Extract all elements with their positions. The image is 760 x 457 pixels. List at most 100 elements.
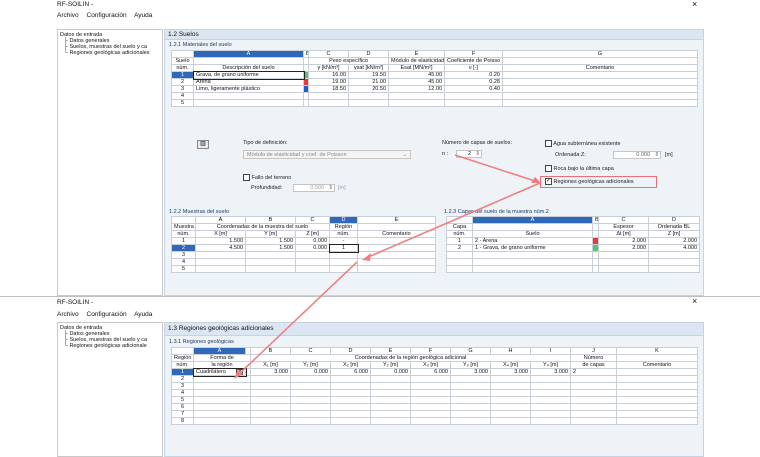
col-letter[interactable]: I: [530, 347, 571, 355]
cell[interactable]: [616, 403, 698, 411]
cell[interactable]: [490, 410, 531, 418]
table-row[interactable]: 8: [171, 417, 698, 425]
cell[interactable]: [570, 403, 617, 411]
cell[interactable]: [245, 265, 296, 273]
cell[interactable]: [330, 396, 371, 404]
row-number[interactable]: 1: [446, 237, 473, 245]
cell[interactable]: [490, 382, 531, 390]
cell[interactable]: [250, 389, 291, 397]
row-number[interactable]: [446, 265, 473, 273]
cell[interactable]: 3.000: [530, 368, 571, 376]
row-number[interactable]: 5: [171, 396, 194, 404]
cell[interactable]: [193, 99, 304, 107]
cell-soil[interactable]: 1 - Grava, de grano uniforme: [472, 244, 593, 252]
cell[interactable]: [193, 417, 251, 425]
table-row[interactable]: 5: [171, 99, 698, 107]
menu-configuracion[interactable]: Configuración: [87, 311, 127, 318]
row-number[interactable]: 8: [171, 417, 194, 425]
col-letter[interactable]: H: [490, 347, 531, 355]
table-row[interactable]: 4: [171, 92, 698, 100]
cell-soil-desc[interactable]: Arena: [193, 78, 304, 86]
cell[interactable]: [410, 417, 451, 425]
menu-archivo[interactable]: Archivo: [57, 12, 79, 19]
cell[interactable]: [193, 375, 251, 383]
cell[interactable]: [450, 396, 491, 404]
cell[interactable]: [290, 403, 331, 411]
cell[interactable]: [195, 265, 246, 273]
col-letter[interactable]: F: [410, 347, 451, 355]
spinner-icon[interactable]: ⇕: [654, 152, 659, 159]
cell[interactable]: [330, 403, 371, 411]
col-letter[interactable]: F: [444, 50, 503, 58]
cell[interactable]: [195, 258, 246, 266]
cell[interactable]: [444, 99, 503, 107]
table-row[interactable]: 7: [171, 410, 698, 418]
cell[interactable]: 2.000: [598, 237, 649, 245]
table-row[interactable]: 3: [171, 382, 698, 390]
row-number[interactable]: 2: [171, 244, 196, 252]
col-letter[interactable]: B: [250, 347, 291, 355]
cell[interactable]: [410, 375, 451, 383]
cell[interactable]: [410, 403, 451, 411]
cell[interactable]: 2.000: [598, 244, 649, 252]
cell[interactable]: [290, 417, 331, 425]
cell[interactable]: [502, 85, 698, 93]
col-letter[interactable]: D: [648, 216, 700, 224]
cell[interactable]: 0.28: [444, 78, 503, 86]
cell[interactable]: [490, 403, 531, 411]
row-number[interactable]: 2: [171, 375, 194, 383]
cell[interactable]: [357, 237, 436, 245]
col-letter[interactable]: A: [193, 347, 246, 355]
cell[interactable]: 1.500: [195, 237, 246, 245]
cell[interactable]: [193, 389, 251, 397]
cell[interactable]: [388, 92, 445, 100]
row-number[interactable]: [446, 251, 473, 259]
cell[interactable]: [329, 251, 358, 259]
cell[interactable]: [348, 92, 389, 100]
cell[interactable]: [570, 396, 617, 404]
menu-ayuda[interactable]: Ayuda: [134, 311, 152, 318]
cell[interactable]: [193, 92, 304, 100]
cell[interactable]: [616, 396, 698, 404]
cell[interactable]: [290, 410, 331, 418]
soil-library-icon[interactable]: ▥: [197, 140, 209, 149]
row-number[interactable]: 4: [171, 258, 196, 266]
tipo-definicion-select[interactable]: Módulo de elasticidad y coef. de Poisson…: [243, 150, 411, 159]
cell[interactable]: 16.00: [308, 71, 349, 79]
col-letter[interactable]: G: [450, 347, 491, 355]
col-letter[interactable]: C: [598, 216, 649, 224]
cell[interactable]: [410, 410, 451, 418]
col-letter[interactable]: D: [348, 50, 389, 58]
cell-region[interactable]: 1: [328, 243, 359, 253]
cell[interactable]: [357, 244, 436, 252]
table-row[interactable]: 1 Grava, de grano uniforme 16.00 19.50 4…: [171, 70, 698, 80]
cell[interactable]: [370, 410, 411, 418]
cell[interactable]: [530, 382, 571, 390]
cell[interactable]: [370, 417, 411, 425]
row-number[interactable]: 4: [171, 389, 194, 397]
cell[interactable]: 0.000: [295, 244, 330, 252]
cell[interactable]: [370, 396, 411, 404]
cell[interactable]: [530, 375, 571, 383]
cell[interactable]: [250, 403, 291, 411]
menu-ayuda[interactable]: Ayuda: [134, 12, 152, 19]
row-number[interactable]: 3: [171, 251, 196, 259]
cell[interactable]: [530, 389, 571, 397]
table-row[interactable]: 1 Cuadrilátero ▾ 3.000 0.000 6.000 0.000…: [171, 367, 698, 377]
cell[interactable]: [245, 258, 296, 266]
cell[interactable]: [410, 389, 451, 397]
cell[interactable]: [472, 265, 593, 273]
cell[interactable]: [370, 403, 411, 411]
table-row[interactable]: [446, 265, 700, 273]
col-letter[interactable]: B: [245, 216, 296, 224]
col-letter[interactable]: D: [330, 347, 371, 355]
row-number[interactable]: 2: [446, 244, 473, 252]
row-number[interactable]: 1: [171, 368, 194, 376]
col-letter[interactable]: E: [388, 50, 445, 58]
cell[interactable]: [370, 389, 411, 397]
table-row[interactable]: 4: [171, 389, 698, 397]
cell-soil-desc[interactable]: Grava, de grano uniforme: [192, 70, 305, 80]
cell[interactable]: [530, 403, 571, 411]
ordenada-z-input[interactable]: 0.000 ⇕: [613, 151, 661, 159]
cell[interactable]: [490, 396, 531, 404]
